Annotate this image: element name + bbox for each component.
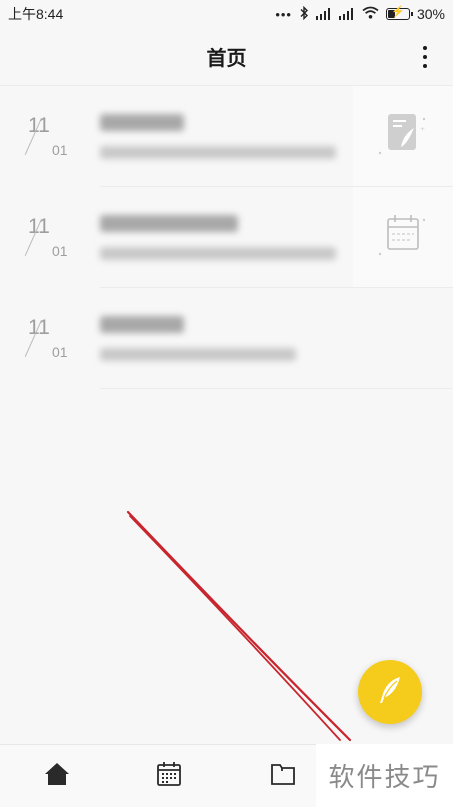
note-day: 11 xyxy=(28,316,50,339)
nav-calendar[interactable] xyxy=(154,761,184,791)
feather-icon xyxy=(376,675,404,709)
watermark: 软件技巧 xyxy=(316,744,453,807)
note-month: 01 xyxy=(52,243,68,259)
note-content xyxy=(100,187,453,288)
signal-icon xyxy=(315,8,332,20)
note-day: 11 xyxy=(28,114,50,137)
dots-icon: ••• xyxy=(275,6,292,22)
note-title-blurred xyxy=(100,114,184,131)
battery-charging-icon: ⚡ xyxy=(385,7,413,20)
calendar-icon xyxy=(374,210,432,264)
notes-list: 11 01 + 11 01 11 01 xyxy=(0,86,453,389)
note-thumbnail xyxy=(353,187,453,287)
note-date: 11 01 xyxy=(24,316,98,366)
list-item[interactable]: 11 01 + xyxy=(0,86,453,187)
app-bar: 首页 xyxy=(0,28,453,86)
status-icons: ••• ⚡ 30% xyxy=(275,5,445,23)
note-feather-icon: + xyxy=(374,109,432,163)
watermark-text: 软件技巧 xyxy=(328,763,441,793)
note-date: 11 01 xyxy=(24,114,98,164)
note-month: 01 xyxy=(52,142,68,158)
note-content xyxy=(100,288,453,389)
calendar-icon xyxy=(156,761,182,791)
note-day: 11 xyxy=(28,215,50,238)
note-content: + xyxy=(100,86,453,187)
folder-icon xyxy=(270,762,296,790)
bluetooth-icon xyxy=(299,5,309,23)
new-note-fab[interactable] xyxy=(358,660,422,724)
note-subtitle-blurred xyxy=(100,146,336,159)
svg-text:+: + xyxy=(420,126,425,133)
note-subtitle-blurred xyxy=(100,348,296,361)
home-icon xyxy=(44,762,70,790)
more-vertical-icon[interactable] xyxy=(415,42,435,72)
list-item[interactable]: 11 01 xyxy=(0,187,453,288)
list-item[interactable]: 11 01 xyxy=(0,288,453,389)
note-thumbnail: + xyxy=(353,86,453,186)
wifi-icon xyxy=(362,6,379,22)
status-time: 上午8:44 xyxy=(8,6,64,22)
note-title-blurred xyxy=(100,316,184,333)
page-title: 首页 xyxy=(206,46,247,70)
battery-percent: 30% xyxy=(416,6,445,22)
nav-home[interactable] xyxy=(42,761,72,791)
status-bar: 上午8:44 ••• ⚡ 30% xyxy=(0,0,453,28)
note-title-blurred xyxy=(100,215,238,232)
signal-icon xyxy=(338,8,355,20)
nav-folder[interactable] xyxy=(268,761,298,791)
note-subtitle-blurred xyxy=(100,247,336,260)
note-month: 01 xyxy=(52,344,68,360)
note-date: 11 01 xyxy=(24,215,98,265)
